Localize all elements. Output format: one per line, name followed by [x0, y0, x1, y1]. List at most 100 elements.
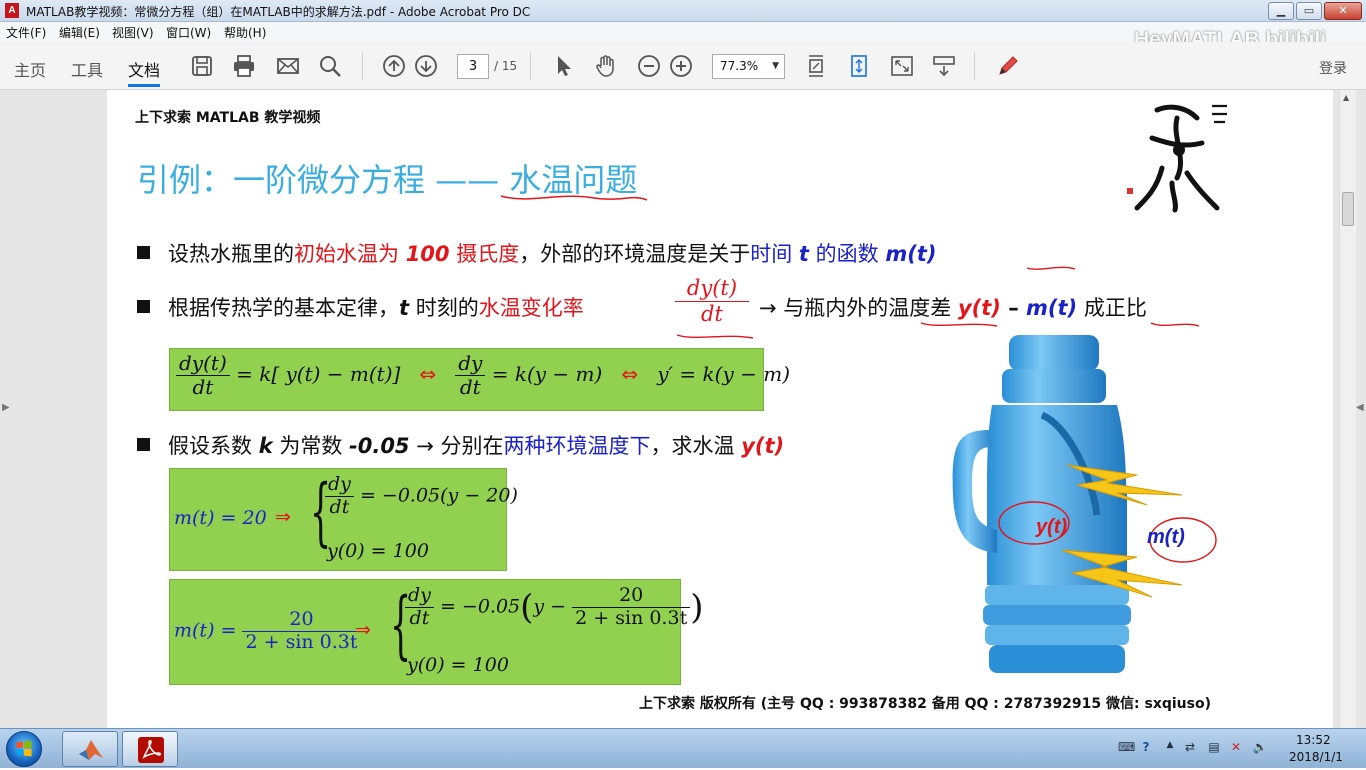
underline-annotation	[676, 334, 754, 339]
bullet3-coefficient: -0.05	[349, 434, 410, 458]
rate-numerator: dy(t)	[675, 276, 749, 303]
save-icon[interactable]	[190, 54, 214, 78]
bullet-assumption: 假设系数 k 为常数 -0.05 → 分别在两种环境温度下，求水温 y(t)	[137, 430, 784, 460]
print-icon[interactable]	[232, 54, 256, 78]
toolbar-separator	[362, 52, 363, 80]
windows-logo-icon	[16, 740, 32, 757]
pdf-page: 上下求索 MATLAB 教学视频 引例：一阶微分方程 —— 水温问题 设热水瓶里…	[107, 90, 1333, 728]
volume-icon[interactable]: 🔈	[1252, 740, 1268, 756]
eq3-rhs-numerator: 20	[572, 584, 691, 608]
underline-annotation	[920, 322, 998, 327]
tab-home[interactable]: 主页	[14, 57, 46, 81]
matlab-icon	[79, 740, 103, 760]
read-mode-icon[interactable]	[932, 54, 956, 78]
menu-file[interactable]: 文件(F)	[6, 24, 46, 41]
bullet1-t: t	[798, 242, 809, 266]
rate-fraction: dy(t) dt	[675, 276, 749, 327]
bullet3-two-envs: 两种环境温度下	[503, 434, 651, 458]
bullet2-minus: –	[1000, 296, 1027, 320]
equation-box-case1: m(t) = 20 ⇒ { dy dt = −0.05(y − 20) y(0) …	[169, 468, 518, 571]
search-icon[interactable]	[318, 54, 342, 78]
equation-box-case2: m(t) = 20 2 + sin 0.3t ⇒ { dy dt = −0.05(y…	[169, 579, 703, 685]
bullet2-mt: m(t)	[1026, 296, 1078, 320]
zoom-value: 77.3%	[720, 59, 759, 73]
bullet-square	[137, 438, 150, 451]
fit-page-icon[interactable]	[847, 54, 871, 78]
eq1b-denominator: dt	[459, 375, 481, 399]
hand-tool-icon[interactable]	[594, 54, 618, 78]
copyright-footer: 上下求索 版权所有 (主号 QQ : 993878382 备用 QQ : 278…	[639, 696, 1211, 712]
eq1b-numerator: dy	[455, 352, 486, 376]
bullet2-text3: → 与瓶内外的温度差	[759, 296, 958, 320]
zoom-select[interactable]: 77.3% ▼	[712, 54, 785, 79]
eq2-initial: y(0) = 100	[327, 540, 429, 562]
toolbar-separator	[530, 52, 531, 80]
previous-page-icon[interactable]	[382, 54, 406, 78]
toolbar-separator	[974, 52, 975, 80]
menu-edit[interactable]: 编辑(E)	[59, 24, 100, 41]
taskbar-acrobat[interactable]	[122, 731, 178, 767]
tab-tools[interactable]: 工具	[71, 57, 103, 81]
menu-window[interactable]: 窗口(W)	[166, 24, 211, 41]
equation-box-model: dy(t) dt = k[ y(t) − m(t)] ⇔ dy dt = k(y −…	[169, 348, 790, 411]
eq3-numerator: dy	[405, 584, 434, 608]
eq2-denominator: dt	[329, 495, 350, 518]
sync-icon[interactable]: ⇄	[1182, 740, 1198, 756]
full-screen-icon[interactable]	[890, 54, 914, 78]
select-cursor-icon[interactable]	[552, 54, 576, 78]
paren-left: (	[520, 587, 534, 628]
bullet-initial-temp: 设热水瓶里的初始水温为 100 摄氏度，外部的环境温度是关于时间 t 的函数 m…	[137, 238, 936, 268]
bullet-square	[137, 246, 150, 259]
eq3-rhs-coef: = −0.05	[439, 595, 521, 618]
bullet2-yt: y(t)	[957, 296, 1001, 320]
menu-view[interactable]: 视图(V)	[112, 24, 154, 41]
scrollbar-thumb[interactable]	[1342, 192, 1354, 226]
keyboard-icon[interactable]: ⌨	[1118, 740, 1135, 756]
email-icon[interactable]	[276, 54, 300, 78]
page-number-input[interactable]: 3	[457, 54, 489, 79]
bullet2-text: 根据传热学的基本定律，	[168, 296, 399, 320]
start-button[interactable]	[6, 731, 42, 767]
vertical-scrollbar[interactable]: ▲	[1339, 90, 1356, 728]
maximize-button[interactable]: ▭	[1296, 2, 1322, 20]
menu-help[interactable]: 帮助(H)	[224, 24, 266, 41]
taskbar-matlab[interactable]	[62, 731, 118, 767]
equation-model: dy(t) dt = k[ y(t) − m(t)] ⇔ dy dt = k(y −…	[176, 352, 790, 399]
login-link[interactable]: 登录	[1319, 58, 1347, 78]
bullet3-text2: 为常数	[272, 434, 350, 458]
minimize-button[interactable]: ▁	[1268, 2, 1294, 20]
device-icon[interactable]: ▤	[1206, 740, 1222, 756]
implies-icon: ⇒	[275, 506, 291, 528]
eq2-ode: dy dt = −0.05(y − 20)	[325, 473, 518, 519]
pen-icon[interactable]	[996, 54, 1020, 78]
page-size-icon[interactable]	[804, 54, 828, 78]
bullet2-text2: 时刻的	[409, 296, 479, 320]
eq2-rhs: = −0.05(y − 20)	[359, 484, 518, 507]
bullet1-unit: 摄氏度	[456, 242, 520, 266]
left-pane-toggle-icon[interactable]: ▶	[2, 402, 10, 413]
page-total: / 15	[494, 59, 518, 73]
next-page-icon[interactable]	[414, 54, 438, 78]
tray-expand-icon[interactable]: ▲	[1162, 740, 1178, 756]
close-button[interactable]: ✕	[1324, 2, 1362, 20]
right-pane-toggle-icon[interactable]: ◀	[1356, 402, 1364, 413]
network-icon[interactable]: ✕	[1228, 740, 1244, 756]
underline-annotation	[1026, 266, 1076, 270]
acrobat-logo-icon: A	[5, 3, 19, 18]
bullet1-time: 时间	[750, 242, 793, 266]
toolbar: 主页 工具 文档 3 / 15 77.3% ▼ 登录	[0, 42, 1366, 90]
bullet1-text: 设热水瓶里的	[168, 242, 294, 266]
clock-time[interactable]: 13:52	[1296, 733, 1331, 747]
clock-date[interactable]: 2018/1/1	[1289, 750, 1343, 764]
zoom-out-icon[interactable]	[637, 54, 661, 78]
thermos-yt-label: y(t)	[1036, 516, 1068, 538]
scroll-up-icon[interactable]: ▲	[1343, 93, 1349, 102]
help-icon[interactable]: ?	[1138, 740, 1154, 756]
eq1-denominator: dt	[192, 375, 214, 399]
tab-document[interactable]: 文档	[128, 57, 160, 81]
eq3-initial: y(0) = 100	[407, 654, 509, 676]
bullet2-rate: 水温变化率	[478, 296, 584, 320]
zoom-in-icon[interactable]	[669, 54, 693, 78]
eq3-lhs: m(t) = 20 2 + sin 0.3t	[174, 608, 361, 654]
eq3-rhs-y: y −	[533, 595, 567, 618]
